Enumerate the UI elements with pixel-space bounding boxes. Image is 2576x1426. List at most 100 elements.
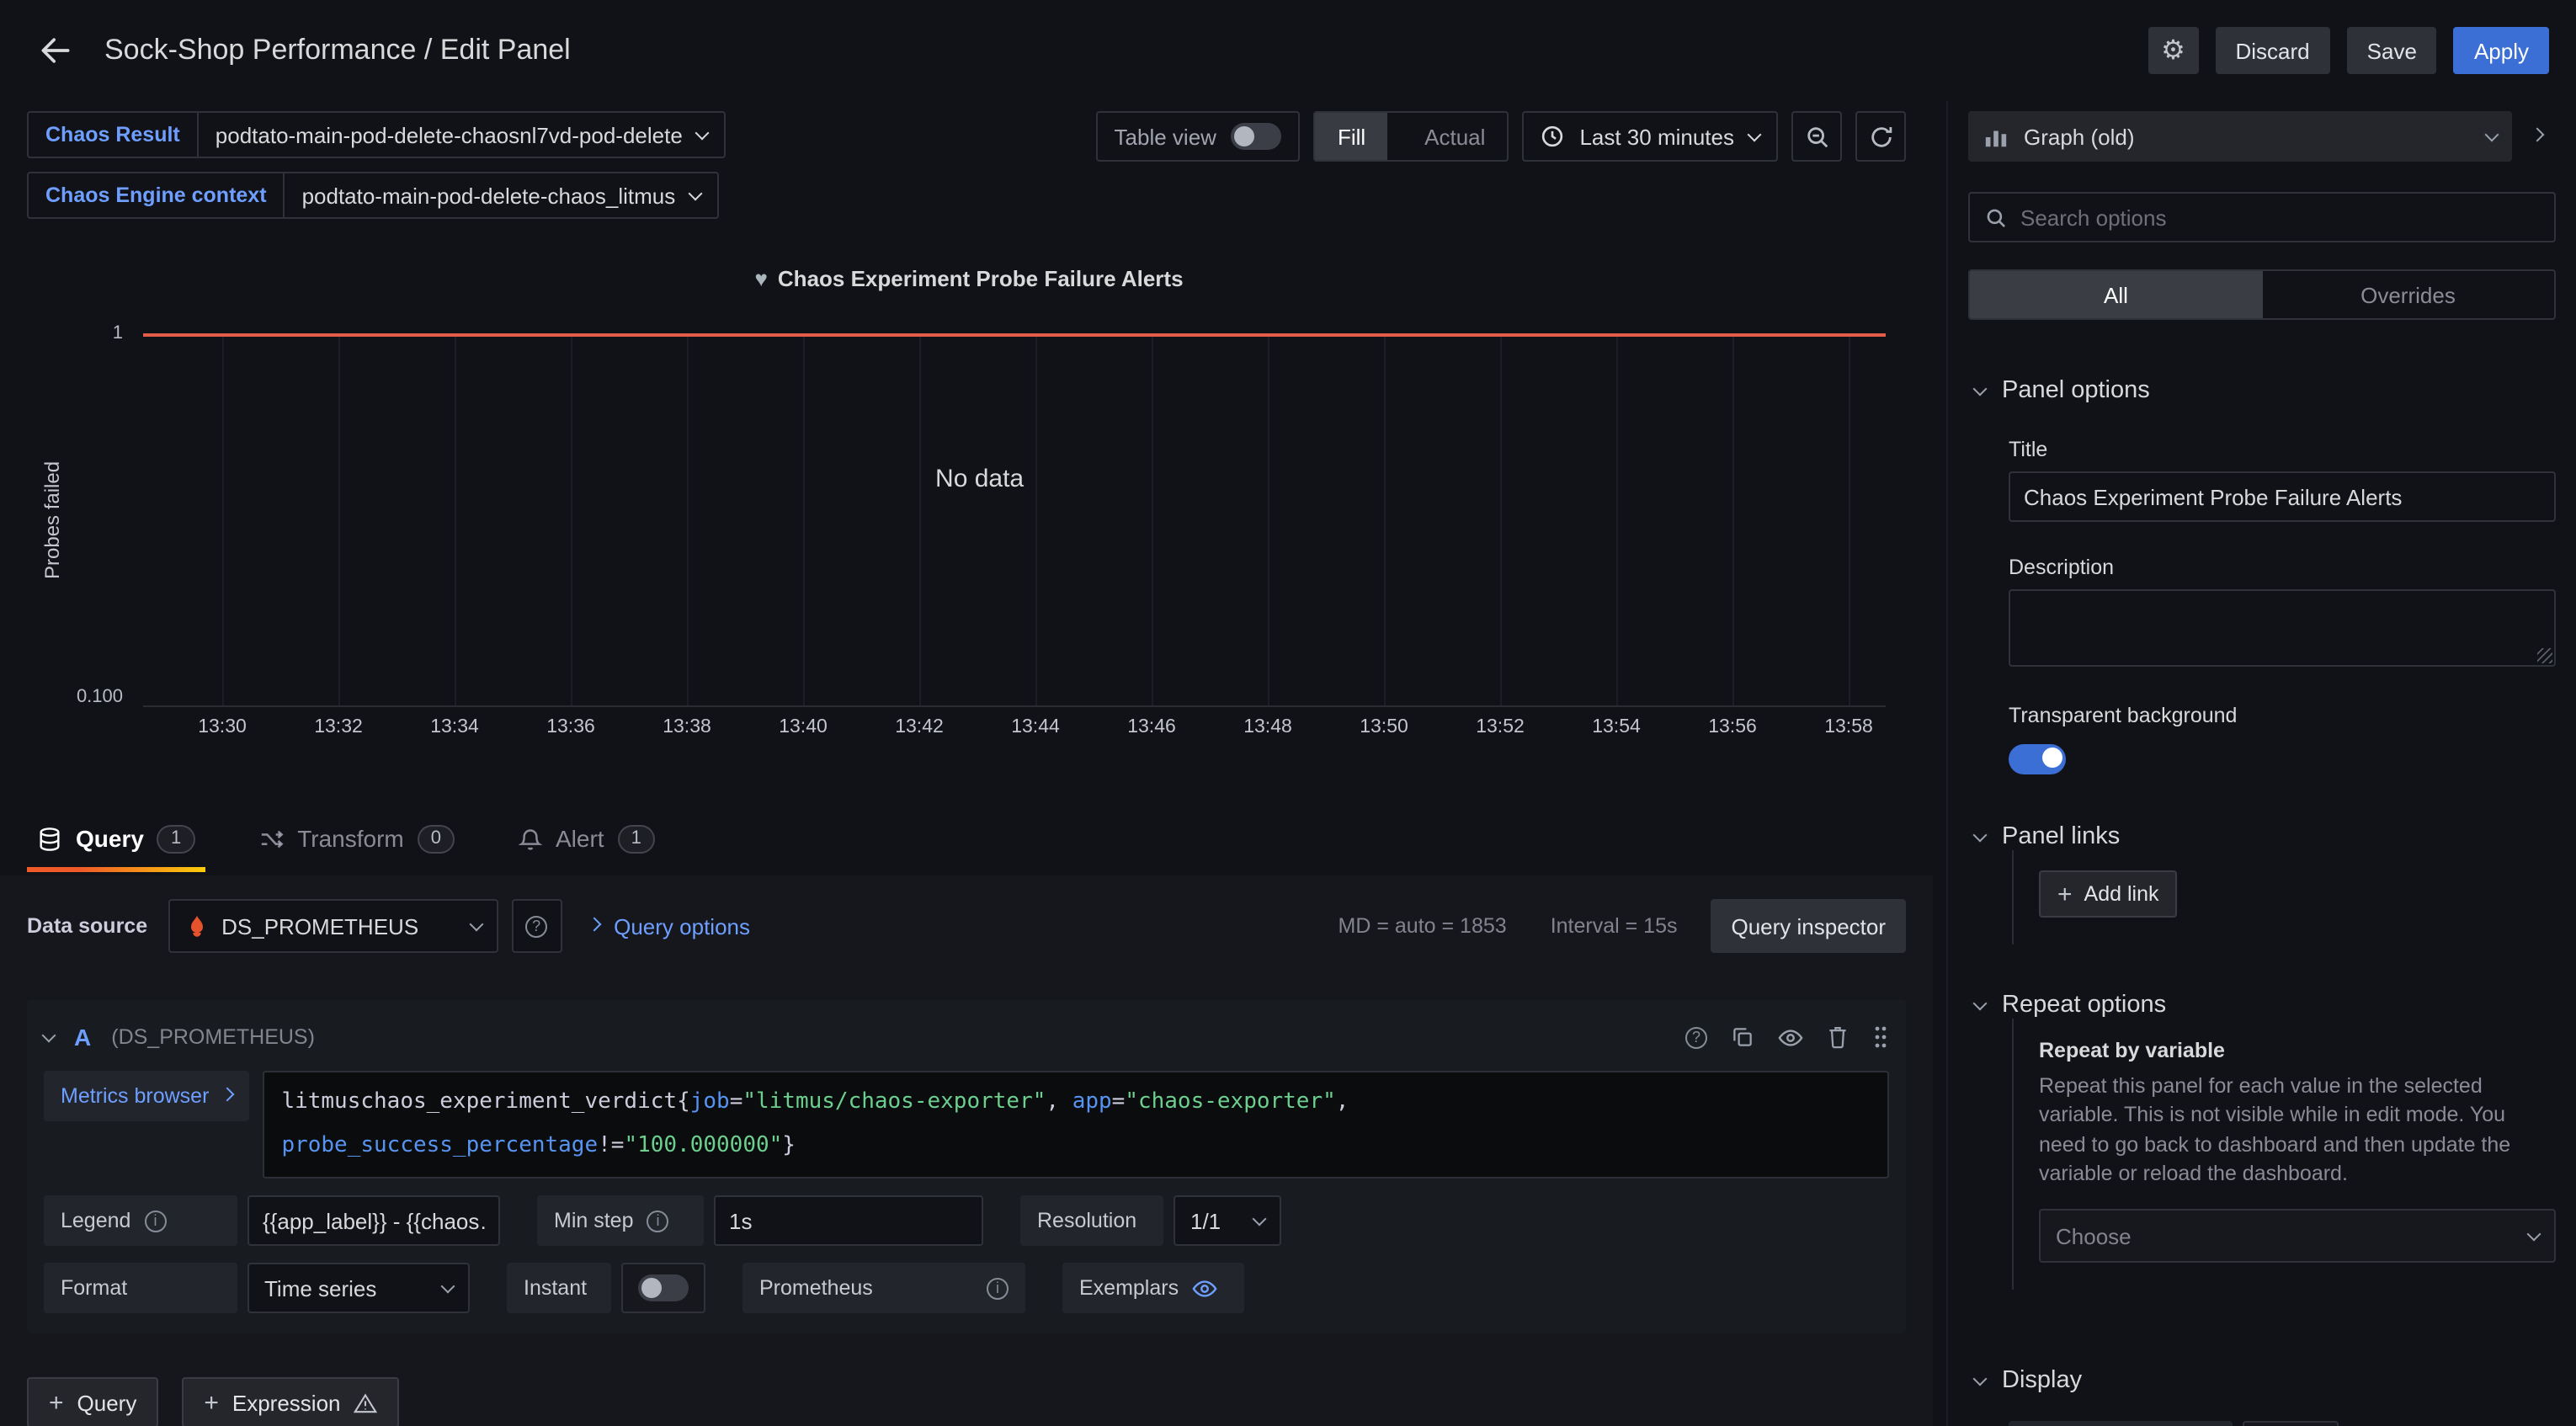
repeat-variable-select[interactable]: Choose bbox=[2039, 1209, 2556, 1263]
tab-alert[interactable]: Alert 1 bbox=[508, 805, 665, 872]
query-row-header[interactable]: A (DS_PROMETHEUS) ? bbox=[44, 1010, 1889, 1064]
table-view-label: Table view bbox=[1115, 124, 1216, 149]
panel-options-body: Title Description Transparent background bbox=[1968, 438, 2556, 780]
datasource-help-button[interactable]: ? bbox=[511, 899, 562, 953]
instant-toggle-box bbox=[621, 1263, 705, 1313]
query-expression[interactable]: litmuschaos_experiment_verdict{job="litm… bbox=[263, 1071, 1889, 1179]
repeat-options-header[interactable]: Repeat options bbox=[1968, 992, 2556, 1019]
gridline bbox=[338, 333, 340, 705]
transparent-bg-toggle[interactable] bbox=[2009, 744, 2066, 774]
bars-option-row: Bars bbox=[2009, 1421, 2556, 1426]
panel-title-input[interactable] bbox=[2009, 471, 2556, 522]
trash-icon[interactable] bbox=[1827, 1025, 1849, 1049]
x-tick-label: 13:52 bbox=[1476, 717, 1525, 737]
bars-toggle-box bbox=[2243, 1421, 2339, 1426]
info-icon: i bbox=[647, 1210, 669, 1232]
instant-toggle[interactable] bbox=[638, 1274, 689, 1301]
tab-overrides[interactable]: Overrides bbox=[2262, 271, 2554, 318]
tab-transform[interactable]: Transform 0 bbox=[248, 805, 465, 872]
add-expression-button[interactable]: + Expression bbox=[182, 1377, 399, 1426]
query-options-label: Query options bbox=[614, 913, 750, 939]
repeat-by-variable-label: Repeat by variable bbox=[2039, 1039, 2556, 1062]
magnifier-minus-icon bbox=[1804, 124, 1829, 149]
gridline bbox=[1152, 333, 1153, 705]
plus-icon: + bbox=[204, 1390, 219, 1415]
tab-query[interactable]: Query 1 bbox=[27, 805, 205, 872]
zoom-out-time-button[interactable] bbox=[1791, 111, 1842, 162]
back-button[interactable] bbox=[27, 22, 84, 79]
panel-description-textarea[interactable] bbox=[2009, 589, 2556, 667]
gridline bbox=[1384, 333, 1386, 705]
panel-options-sidebar: Graph (old) All Overrides Panel options … bbox=[1946, 101, 2576, 1426]
drag-handle-icon[interactable] bbox=[1872, 1024, 1889, 1051]
time-range-picker[interactable]: Last 30 minutes bbox=[1522, 111, 1778, 162]
legend-options-row: Legend i Min step i Resolution bbox=[44, 1195, 1889, 1246]
save-button[interactable]: Save bbox=[2347, 27, 2437, 74]
x-tick-label: 13:48 bbox=[1243, 717, 1292, 737]
panel-options-header[interactable]: Panel options bbox=[1968, 377, 2556, 404]
series-line bbox=[143, 333, 1886, 336]
options-search-input[interactable] bbox=[2020, 205, 2539, 230]
actual-option[interactable]: Actual bbox=[1402, 113, 1507, 160]
options-search[interactable] bbox=[1968, 192, 2556, 242]
add-link-button[interactable]: + Add link bbox=[2039, 870, 2178, 918]
datasource-picker[interactable]: DS_PROMETHEUS bbox=[168, 899, 498, 953]
add-query-label: Query bbox=[77, 1390, 137, 1415]
refresh-button[interactable] bbox=[1855, 111, 1906, 162]
chevron-down-icon bbox=[2485, 127, 2499, 141]
variable-chaos-engine-context: Chaos Engine context podtato-main-pod-de… bbox=[27, 172, 726, 219]
refresh-icon bbox=[1868, 124, 1893, 149]
panel-links-header[interactable]: Panel links bbox=[1968, 823, 2556, 850]
apply-button[interactable]: Apply bbox=[2454, 27, 2549, 74]
question-circle-icon: ? bbox=[525, 915, 547, 937]
chart-gridlines bbox=[222, 333, 1849, 705]
gear-icon: ⚙ bbox=[2161, 34, 2185, 67]
min-step-input[interactable] bbox=[714, 1195, 983, 1246]
eye-icon[interactable] bbox=[1778, 1026, 1803, 1048]
copy-icon[interactable] bbox=[1731, 1025, 1754, 1049]
variable-value-dropdown[interactable]: podtato-main-pod-delete-chaos_litmus bbox=[285, 172, 720, 219]
query-options-expander[interactable]: Query options bbox=[588, 913, 750, 939]
help-icon[interactable]: ? bbox=[1685, 1026, 1707, 1048]
gridline bbox=[1849, 333, 1850, 705]
query-inspector-button[interactable]: Query inspector bbox=[1711, 899, 1906, 953]
resolution-field-label: Resolution bbox=[1020, 1195, 1163, 1246]
chevron-right-icon bbox=[587, 917, 601, 931]
gridline bbox=[1035, 333, 1037, 705]
query-row-card: A (DS_PROMETHEUS) ? Metrics browser bbox=[27, 1000, 1906, 1333]
bars-field-label: Bars bbox=[2009, 1421, 2233, 1426]
format-options-row: Format Time series Instant P bbox=[44, 1263, 1889, 1313]
variable-value-dropdown[interactable]: podtato-main-pod-delete-chaosnl7vd-pod-d… bbox=[199, 111, 726, 158]
chart-plot-area[interactable]: No data bbox=[143, 333, 1886, 707]
pane-size-segmented: Fill Actual bbox=[1314, 111, 1509, 162]
resolution-value: 1/1 bbox=[1190, 1208, 1221, 1233]
settings-button[interactable]: ⚙ bbox=[2148, 27, 2199, 74]
resolution-label-text: Resolution bbox=[1037, 1209, 1136, 1232]
resize-handle[interactable] bbox=[2537, 648, 2552, 663]
exemplars-field[interactable]: Exemplars bbox=[1062, 1263, 1244, 1313]
collapse-options-button[interactable] bbox=[2519, 111, 2556, 162]
section-title: Panel options bbox=[2002, 377, 2150, 404]
tab-badge: 1 bbox=[157, 824, 194, 853]
panel-preview: ♥Chaos Experiment Probe Failure Alerts P… bbox=[35, 253, 1903, 774]
resolution-select[interactable]: 1/1 bbox=[1174, 1195, 1281, 1246]
add-query-button[interactable]: + Query bbox=[27, 1377, 158, 1426]
discard-button[interactable]: Discard bbox=[2216, 27, 2330, 74]
metrics-browser-button[interactable]: Metrics browser bbox=[44, 1071, 249, 1121]
tab-label: Transform bbox=[297, 825, 404, 852]
chevron-down-icon bbox=[469, 917, 483, 931]
legend-input[interactable] bbox=[247, 1195, 500, 1246]
format-label-text: Format bbox=[61, 1276, 127, 1300]
x-tick-label: 13:38 bbox=[663, 717, 711, 737]
display-section-header[interactable]: Display bbox=[1968, 1367, 2556, 1394]
tab-all[interactable]: All bbox=[1970, 271, 2262, 318]
chevron-right-icon bbox=[2531, 127, 2545, 141]
format-select[interactable]: Time series bbox=[247, 1263, 470, 1313]
x-tick-label: 13:56 bbox=[1708, 717, 1757, 737]
x-tick-label: 13:54 bbox=[1592, 717, 1641, 737]
view-controls: Table view Fill Actual Last 30 minutes bbox=[1096, 111, 1906, 162]
chevron-down-icon bbox=[1973, 996, 1988, 1010]
table-view-toggle[interactable] bbox=[1232, 123, 1282, 150]
visualization-picker[interactable]: Graph (old) bbox=[1968, 111, 2512, 162]
fill-option[interactable]: Fill bbox=[1316, 113, 1387, 160]
